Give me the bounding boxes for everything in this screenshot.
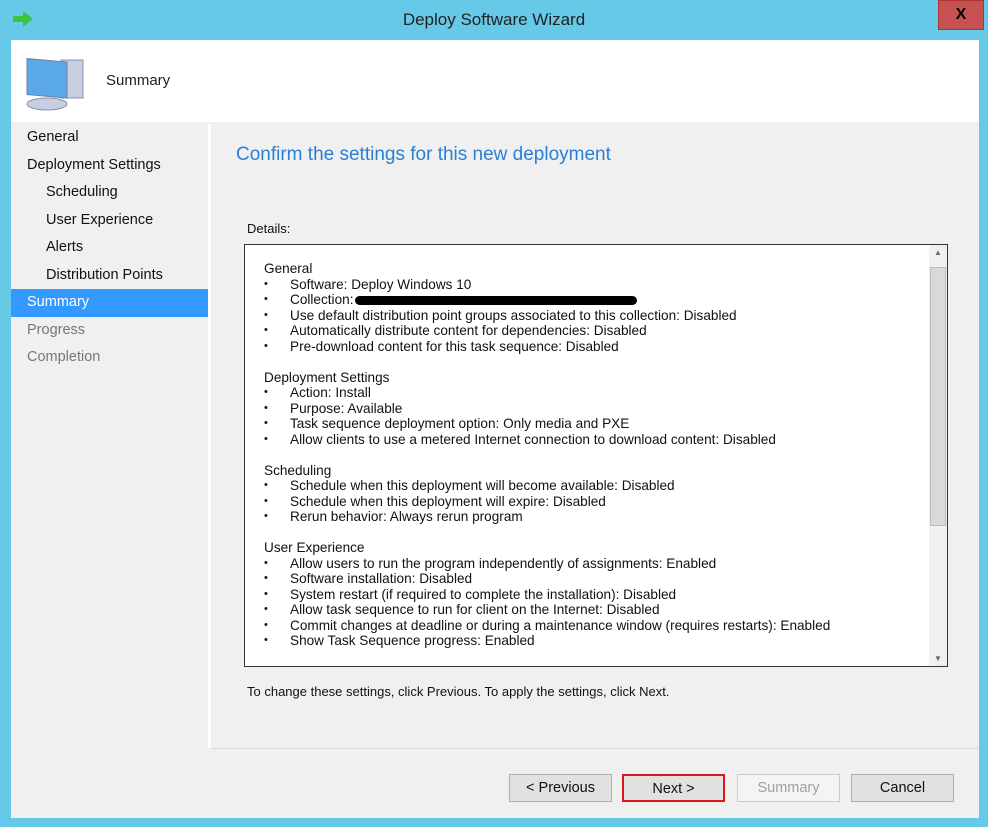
detail-item: Software: Deploy Windows 10 <box>264 277 830 293</box>
details-label: Details: <box>247 221 291 236</box>
detail-text: Schedule when this deployment will expir… <box>290 493 606 509</box>
summary-button: Summary <box>737 774 840 802</box>
detail-item: Allow clients to use a metered Internet … <box>264 432 830 448</box>
section-general: GeneralSoftware: Deploy Windows 10Collec… <box>264 261 830 355</box>
vertical-scrollbar[interactable]: ▲ ▼ <box>929 245 947 666</box>
detail-item: Rerun behavior: Always rerun program <box>264 509 830 525</box>
detail-text: Software installation: Disabled <box>290 571 473 587</box>
scroll-down-icon[interactable]: ▼ <box>929 654 947 663</box>
detail-text: Collection: <box>290 292 354 308</box>
detail-text: Schedule when this deployment will becom… <box>290 478 675 494</box>
section-heading: General <box>264 261 313 276</box>
section-heading: User Experience <box>264 539 365 555</box>
details-box[interactable]: GeneralSoftware: Deploy Windows 10Collec… <box>244 244 948 667</box>
main-panel: Confirm the settings for this new deploy… <box>214 124 979 748</box>
detail-text: Software: Deploy Windows 10 <box>290 276 472 292</box>
detail-item: System restart (if required to complete … <box>264 587 830 603</box>
detail-item: Task sequence deployment option: Only me… <box>264 416 830 432</box>
nav-general[interactable]: General <box>11 124 208 152</box>
nav-progress: Progress <box>27 321 86 338</box>
nav-summary[interactable]: Summary <box>11 289 208 317</box>
nav-scheduling[interactable]: Scheduling <box>11 179 208 207</box>
window-title: Deploy Software Wizard <box>402 10 586 29</box>
nav-user-experience[interactable]: User Experience <box>11 207 208 235</box>
page-title: Confirm the settings for this new deploy… <box>236 144 611 165</box>
computer-icon <box>26 57 84 111</box>
detail-item: Show Task Sequence progress: Enabled <box>264 633 830 649</box>
detail-text: Commit changes at deadline or during a m… <box>290 617 831 633</box>
detail-item: Automatically distribute content for dep… <box>264 323 830 339</box>
nav-deployment-settings[interactable]: Deployment Settings <box>11 152 208 180</box>
redaction-mark <box>355 296 638 306</box>
scrollbar-thumb[interactable] <box>930 267 946 526</box>
detail-text: Pre-download content for this task seque… <box>290 338 619 354</box>
detail-item: Purpose: Available <box>264 401 830 417</box>
next-button[interactable]: Next > <box>622 774 725 802</box>
detail-item: Collection: <box>264 292 830 308</box>
nav-distribution-points[interactable]: Distribution Points <box>11 262 208 290</box>
detail-text: Automatically distribute content for dep… <box>290 323 647 339</box>
wizard-nav: General Deployment Settings Scheduling U… <box>11 124 211 748</box>
detail-item: Commit changes at deadline or during a m… <box>264 618 830 634</box>
cancel-button[interactable]: Cancel <box>851 774 954 802</box>
detail-item: Software installation: Disabled <box>264 571 830 587</box>
detail-item: Schedule when this deployment will expir… <box>264 494 830 510</box>
detail-text: Task sequence deployment option: Only me… <box>290 416 630 432</box>
detail-text: Purpose: Available <box>290 400 403 416</box>
section-scheduling: SchedulingSchedule when this deployment … <box>264 463 830 525</box>
detail-text: System restart (if required to complete … <box>290 586 677 602</box>
section-deployment-settings: Deployment SettingsAction: InstallPurpos… <box>264 370 830 448</box>
detail-item: Allow task sequence to run for client on… <box>264 602 830 618</box>
header-title: Summary <box>106 72 171 89</box>
detail-text: Show Task Sequence progress: Enabled <box>290 633 535 649</box>
wizard-header: Summary <box>11 40 979 122</box>
button-bar: < Previous Next > Summary Cancel <box>211 748 979 818</box>
detail-item: Schedule when this deployment will becom… <box>264 478 830 494</box>
detail-item: Allow users to run the program independe… <box>264 556 830 572</box>
title-bar: Deploy Software Wizard X <box>0 0 988 40</box>
hint-text: To change these settings, click Previous… <box>247 684 670 699</box>
detail-item: Action: Install <box>264 385 830 401</box>
detail-text: Rerun behavior: Always rerun program <box>290 509 523 525</box>
section-user-experience: User ExperienceAllow users to run the pr… <box>264 540 830 649</box>
detail-text: Action: Install <box>290 385 371 401</box>
detail-text: Allow clients to use a metered Internet … <box>290 431 776 447</box>
wizard-client: Summary General Deployment Settings Sche… <box>11 40 979 818</box>
details-content: GeneralSoftware: Deploy Windows 10Collec… <box>264 261 830 664</box>
nav-alerts[interactable]: Alerts <box>11 234 208 262</box>
nav-completion: Completion <box>27 349 101 365</box>
detail-text: Allow users to run the program independe… <box>290 555 717 571</box>
previous-button[interactable]: < Previous <box>509 774 612 802</box>
close-button[interactable]: X <box>938 0 984 30</box>
detail-text: Use default distribution point groups as… <box>290 307 737 323</box>
section-heading: Scheduling <box>264 462 332 478</box>
detail-item: Use default distribution point groups as… <box>264 308 830 324</box>
detail-item: Pre-download content for this task seque… <box>264 339 830 355</box>
section-heading: Deployment Settings <box>264 369 390 385</box>
scroll-up-icon[interactable]: ▲ <box>929 248 947 257</box>
detail-text: Allow task sequence to run for client on… <box>290 602 660 618</box>
